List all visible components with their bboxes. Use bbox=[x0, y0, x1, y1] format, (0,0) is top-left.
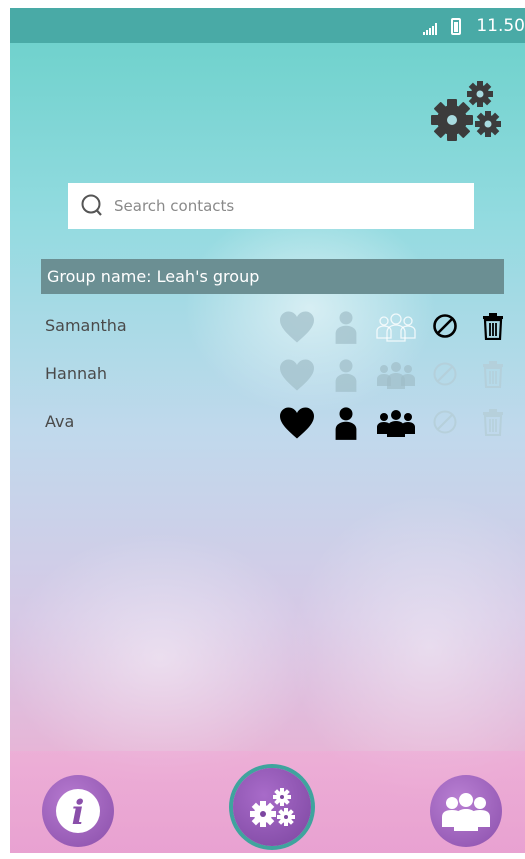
heart-icon[interactable] bbox=[278, 406, 316, 440]
heart-icon[interactable] bbox=[278, 310, 316, 344]
trash-icon[interactable] bbox=[482, 360, 504, 388]
contact-name: Samantha bbox=[45, 316, 127, 335]
info-icon: i bbox=[56, 789, 100, 833]
heart-icon[interactable] bbox=[278, 358, 316, 392]
contact-row[interactable]: Hannah bbox=[10, 354, 525, 394]
contact-name: Ava bbox=[45, 412, 75, 431]
battery-icon bbox=[451, 18, 461, 35]
search-box[interactable] bbox=[68, 183, 474, 229]
contact-name: Hannah bbox=[45, 364, 108, 383]
person-icon[interactable] bbox=[333, 310, 359, 344]
group-icon bbox=[442, 793, 490, 831]
gears-icon[interactable] bbox=[428, 78, 503, 143]
svg-text:i: i bbox=[72, 793, 85, 833]
person-icon[interactable] bbox=[333, 358, 359, 392]
trash-icon[interactable] bbox=[482, 312, 504, 340]
status-time: 11.50 bbox=[476, 16, 525, 36]
search-input[interactable] bbox=[114, 183, 454, 229]
status-bar: 11.50 bbox=[10, 8, 525, 43]
person-icon[interactable] bbox=[333, 406, 359, 440]
trash-icon[interactable] bbox=[482, 408, 504, 436]
group-icon[interactable] bbox=[374, 310, 418, 344]
block-icon[interactable] bbox=[432, 409, 458, 435]
contact-row[interactable]: Ava bbox=[10, 402, 525, 442]
group-icon[interactable] bbox=[374, 406, 418, 440]
block-icon[interactable] bbox=[432, 313, 458, 339]
app-screen: 11.50 Search contacts Group name: Leah's… bbox=[10, 8, 525, 853]
group-name-bar: Group name: Leah's group bbox=[41, 259, 504, 294]
gears-icon bbox=[250, 788, 295, 827]
contact-row[interactable]: Samantha bbox=[10, 306, 525, 346]
block-icon[interactable] bbox=[432, 361, 458, 387]
signal-icon bbox=[423, 23, 437, 35]
groups-button[interactable] bbox=[430, 775, 502, 847]
group-icon[interactable] bbox=[374, 358, 418, 392]
info-button[interactable]: i bbox=[42, 775, 114, 847]
settings-button[interactable] bbox=[233, 768, 311, 846]
search-icon bbox=[81, 194, 102, 216]
